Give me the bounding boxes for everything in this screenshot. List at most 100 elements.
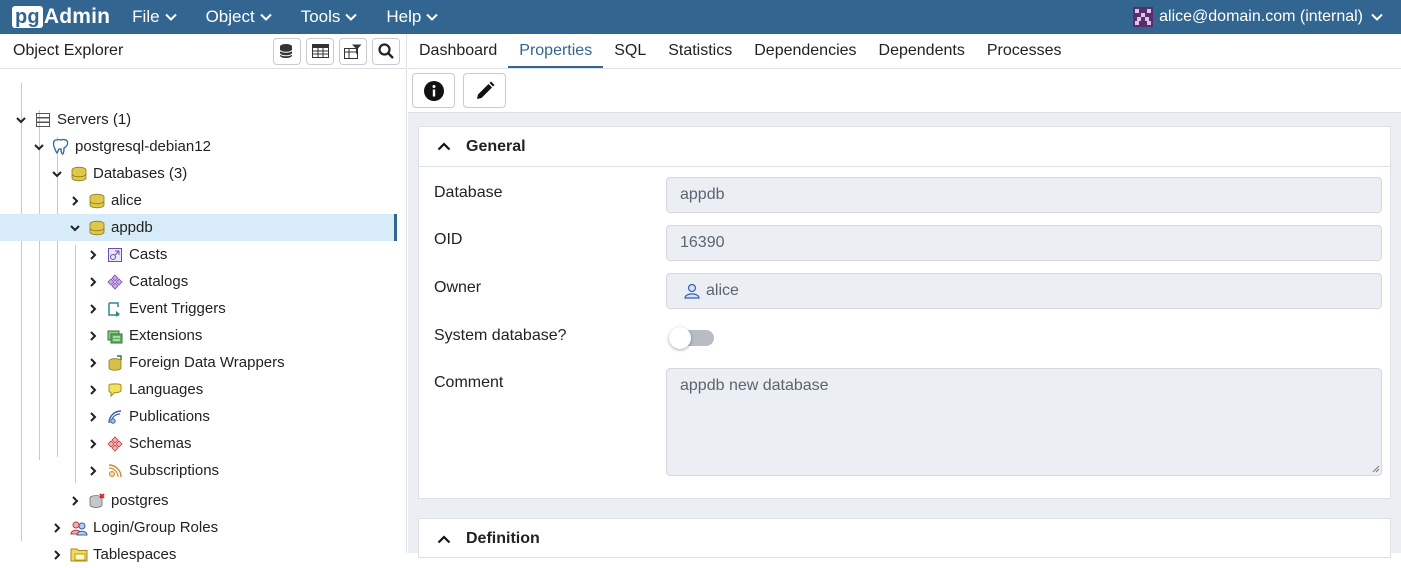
chevron-right-icon bbox=[90, 357, 97, 368]
user-label: alice@domain.com (internal) bbox=[1159, 8, 1363, 25]
tree-node-catalogs[interactable]: Catalogs bbox=[0, 268, 395, 295]
chevron-right-icon bbox=[72, 495, 79, 506]
user-menu[interactable]: alice@domain.com (internal) bbox=[1133, 7, 1383, 27]
properties-toolbar bbox=[408, 69, 1401, 113]
languages-icon bbox=[106, 381, 124, 399]
chevron-down-icon bbox=[52, 170, 62, 177]
comment-label: Comment bbox=[434, 374, 504, 391]
menu-help[interactable]: Help bbox=[386, 7, 439, 27]
menu-object-label: Object bbox=[205, 7, 255, 26]
tab-processes[interactable]: Processes bbox=[976, 42, 1073, 68]
logo-pg: pg bbox=[12, 6, 43, 28]
definition-header[interactable]: Definition bbox=[419, 519, 1390, 559]
chevron-up-icon bbox=[437, 142, 451, 151]
tree-node-server[interactable]: postgresql-debian12 bbox=[0, 133, 395, 160]
object-explorer-title: Object Explorer bbox=[13, 42, 124, 59]
tree-node-extensions[interactable]: Extensions bbox=[0, 322, 395, 349]
system-database-toggle[interactable] bbox=[669, 327, 714, 349]
search-icon bbox=[378, 43, 394, 59]
extensions-icon bbox=[106, 327, 124, 345]
tree-node-database-alice[interactable]: alice bbox=[0, 187, 395, 214]
database-input: appdb bbox=[666, 177, 1382, 213]
tree-node-label: Servers (1) bbox=[57, 111, 132, 128]
tree-node-servers[interactable]: Servers (1) bbox=[0, 106, 395, 133]
menu-tools-label: Tools bbox=[300, 7, 341, 26]
info-button[interactable] bbox=[412, 73, 455, 108]
tab-statistics[interactable]: Statistics bbox=[657, 42, 743, 68]
tree-node-fdw[interactable]: Foreign Data Wrappers bbox=[0, 349, 395, 376]
chevron-right-icon bbox=[90, 465, 97, 476]
tree-node-label: alice bbox=[111, 192, 142, 209]
servers-icon bbox=[34, 111, 52, 129]
tree-node-label: Databases (3) bbox=[93, 165, 188, 182]
elephant-icon bbox=[52, 138, 70, 156]
chevron-down-icon bbox=[164, 13, 177, 21]
tab-dependencies[interactable]: Dependencies bbox=[743, 42, 867, 68]
comment-textarea: appdb new database bbox=[666, 368, 1382, 476]
tree-node-label: postgresql-debian12 bbox=[75, 138, 211, 155]
query-tool-button[interactable] bbox=[273, 37, 301, 65]
pgadmin-logo: pg Admin bbox=[12, 5, 110, 29]
tree-node-database-appdb[interactable]: appdb bbox=[0, 214, 397, 241]
tree-node-publications[interactable]: Publications bbox=[0, 403, 395, 430]
tree-node-casts[interactable]: Casts bbox=[0, 241, 395, 268]
tree-node-tablespaces[interactable]: Tablespaces bbox=[0, 541, 395, 568]
general-title: General bbox=[466, 137, 526, 155]
menu-tools[interactable]: Tools bbox=[301, 7, 358, 27]
subscriptions-icon bbox=[106, 462, 124, 480]
tree-node-label: Catalogs bbox=[129, 273, 189, 290]
tree-node-label: Login/Group Roles bbox=[93, 519, 219, 536]
tree-node-label: Extensions bbox=[129, 327, 203, 344]
filtered-rows-button[interactable] bbox=[339, 37, 367, 65]
databases-icon bbox=[70, 165, 88, 183]
catalogs-icon bbox=[106, 273, 124, 291]
tab-sql[interactable]: SQL bbox=[603, 42, 657, 68]
tree-node-label: Casts bbox=[129, 246, 168, 263]
table-filter-icon bbox=[344, 44, 362, 59]
menu-file[interactable]: File bbox=[132, 7, 177, 27]
event-triggers-icon bbox=[106, 300, 124, 318]
menu-object[interactable]: Object bbox=[206, 7, 272, 27]
chevron-right-icon bbox=[90, 249, 97, 260]
tree-node-label: Event Triggers bbox=[129, 300, 226, 317]
object-explorer-header: Object Explorer bbox=[0, 34, 406, 69]
tree-node-languages[interactable]: Languages bbox=[0, 376, 395, 403]
chevron-down-icon bbox=[1371, 13, 1383, 21]
database-query-icon bbox=[279, 44, 293, 58]
chevron-right-icon bbox=[54, 549, 61, 560]
view-data-button[interactable] bbox=[306, 37, 334, 65]
chevron-right-icon bbox=[90, 438, 97, 449]
tree-node-schemas[interactable]: Schemas bbox=[0, 430, 395, 457]
general-header[interactable]: General bbox=[419, 127, 1390, 167]
menu-help-label: Help bbox=[386, 7, 422, 26]
tab-dependents[interactable]: Dependents bbox=[868, 42, 976, 68]
search-objects-button[interactable] bbox=[372, 37, 400, 65]
logo-text: Admin bbox=[43, 5, 111, 28]
pencil-icon bbox=[476, 81, 494, 99]
oid-label: OID bbox=[434, 231, 463, 248]
casts-icon bbox=[106, 246, 124, 264]
tree-node-subscriptions[interactable]: Subscriptions bbox=[0, 457, 395, 484]
chevron-right-icon bbox=[90, 276, 97, 287]
tab-properties[interactable]: Properties bbox=[508, 42, 604, 68]
publications-icon bbox=[106, 408, 124, 426]
fdw-icon bbox=[106, 354, 124, 372]
edit-button[interactable] bbox=[463, 73, 506, 108]
main-menu: File Object Tools Help bbox=[132, 7, 467, 27]
tablespaces-icon bbox=[70, 546, 88, 564]
properties-content: Dashboard Properties SQL Statistics Depe… bbox=[408, 34, 1401, 558]
oid-input: 16390 bbox=[666, 225, 1382, 261]
top-bar: pg Admin File Object Tools Help alice@do… bbox=[0, 0, 1401, 34]
database-icon bbox=[88, 192, 106, 210]
owner-label: Owner bbox=[434, 279, 482, 296]
tree-node-roles[interactable]: Login/Group Roles bbox=[0, 514, 395, 541]
tree-node-databases[interactable]: Databases (3) bbox=[0, 160, 395, 187]
tree-node-database-postgres[interactable]: postgres bbox=[0, 487, 395, 514]
tree-node-event-triggers[interactable]: Event Triggers bbox=[0, 295, 395, 322]
user-avatar-icon bbox=[1133, 7, 1154, 27]
chevron-right-icon bbox=[90, 303, 97, 314]
tab-dashboard[interactable]: Dashboard bbox=[408, 42, 508, 68]
tree-node-label: Subscriptions bbox=[129, 462, 220, 479]
tree-node-label: appdb bbox=[111, 219, 153, 236]
database-icon bbox=[88, 219, 106, 237]
